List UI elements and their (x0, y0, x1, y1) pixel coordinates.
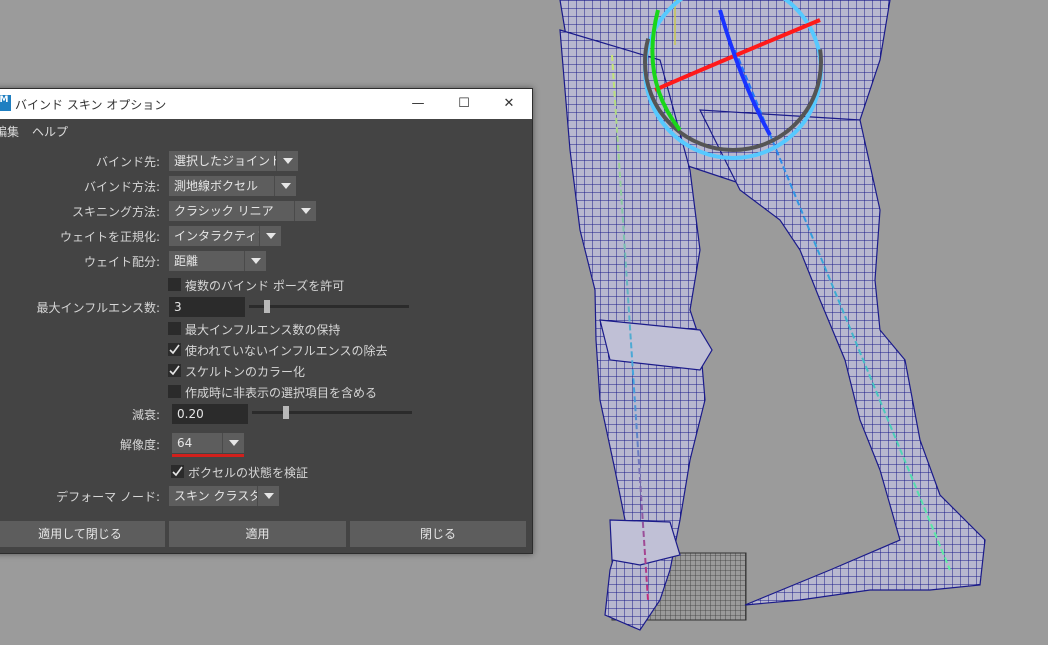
menu-help[interactable]: ヘルプ (32, 123, 68, 140)
bind-method-value: 測地線ボクセル (174, 179, 259, 193)
window-title: バインド スキン オプション (15, 98, 167, 112)
falloff-slider-handle[interactable] (282, 406, 289, 419)
chevron-down-icon (222, 433, 244, 453)
chevron-down-icon (244, 251, 266, 271)
maya-app-icon: M (0, 95, 11, 111)
title-bar[interactable]: M バインド スキン オプション — ☐ ✕ (0, 89, 532, 119)
weight-distribution-value: 距離 (174, 254, 199, 268)
deformer-node-label: デフォーマ ノード: (56, 490, 160, 504)
bind-to-value: 選択したジョイント (174, 154, 283, 168)
bind-to-dropdown[interactable]: 選択したジョイント (169, 151, 298, 171)
checkmark-icon (169, 344, 180, 355)
chevron-down-icon (294, 201, 316, 221)
skinning-method-label: スキニング方法: (71, 205, 160, 219)
deformer-node-value: スキン クラスタ (174, 489, 262, 503)
checkbox-box[interactable] (168, 322, 181, 335)
chevron-down-icon (274, 176, 296, 196)
skinning-method-dropdown[interactable]: クラシック リニア (169, 201, 316, 221)
resolution-dropdown[interactable]: 64 (172, 433, 244, 453)
include-hidden-label: 作成時に非表示の選択項目を含める (185, 386, 378, 400)
maximize-button[interactable]: ☐ (441, 89, 487, 119)
max-influences-label: 最大インフルエンス数: (36, 301, 160, 315)
checkbox-box[interactable] (168, 278, 181, 291)
apply-and-close-button[interactable]: 適用して閉じる (0, 521, 165, 547)
resolution-label: 解像度: (119, 438, 160, 452)
close-button[interactable]: 閉じる (350, 521, 526, 547)
falloff-slider[interactable] (252, 411, 412, 414)
max-influences-slider-handle[interactable] (264, 300, 271, 313)
falloff-field[interactable]: 0.20 (172, 404, 248, 424)
checkmark-icon (169, 365, 180, 376)
apply-button[interactable]: 適用 (169, 521, 346, 547)
chevron-down-icon (276, 151, 298, 171)
max-influences-field[interactable]: 3 (169, 297, 245, 317)
normalize-weights-value: インタラクティブ (174, 229, 270, 243)
colorize-skeleton-label: スケルトンのカラー化 (185, 365, 306, 379)
max-influences-slider[interactable] (249, 305, 409, 308)
resolution-value: 64 (177, 436, 193, 450)
allow-multiple-bind-poses-label: 複数のバインド ポーズを許可 (185, 279, 345, 293)
bind-method-dropdown[interactable]: 測地線ボクセル (169, 176, 296, 196)
remove-unused-influences-label: 使われていないインフルエンスの除去 (185, 344, 388, 358)
checkbox-box[interactable] (168, 343, 181, 356)
weight-distribution-dropdown[interactable]: 距離 (169, 251, 266, 271)
bind-method-label: バインド方法: (83, 180, 160, 194)
falloff-label: 減衰: (131, 408, 160, 422)
normalize-weights-dropdown[interactable]: インタラクティブ (169, 226, 281, 246)
bind-to-label: バインド先: (95, 155, 160, 169)
skinning-method-value: クラシック リニア (174, 204, 274, 218)
maintain-max-influences-label: 最大インフルエンス数の保持 (185, 323, 341, 337)
validate-voxel-state-label: ボクセルの状態を検証 (188, 466, 309, 480)
checkbox-box[interactable] (168, 385, 181, 398)
menu-bar: 編集 ヘルプ (0, 119, 532, 141)
normalize-weights-label: ウェイトを正規化: (59, 230, 160, 244)
close-window-button[interactable]: ✕ (486, 89, 532, 119)
chevron-down-icon (257, 486, 279, 506)
checkbox-box[interactable] (168, 364, 181, 377)
menu-edit[interactable]: 編集 (0, 123, 19, 140)
deformer-node-dropdown[interactable]: スキン クラスタ (169, 486, 279, 506)
weight-distribution-label: ウェイト配分: (83, 255, 160, 269)
checkbox-box[interactable] (171, 465, 184, 478)
bind-skin-options-dialog: M バインド スキン オプション — ☐ ✕ 編集 ヘルプ バインド先: 選択し… (0, 88, 533, 554)
resolution-highlight-underline (172, 454, 244, 457)
checkmark-icon (172, 466, 183, 477)
minimize-button[interactable]: — (395, 89, 441, 119)
chevron-down-icon (259, 226, 281, 246)
